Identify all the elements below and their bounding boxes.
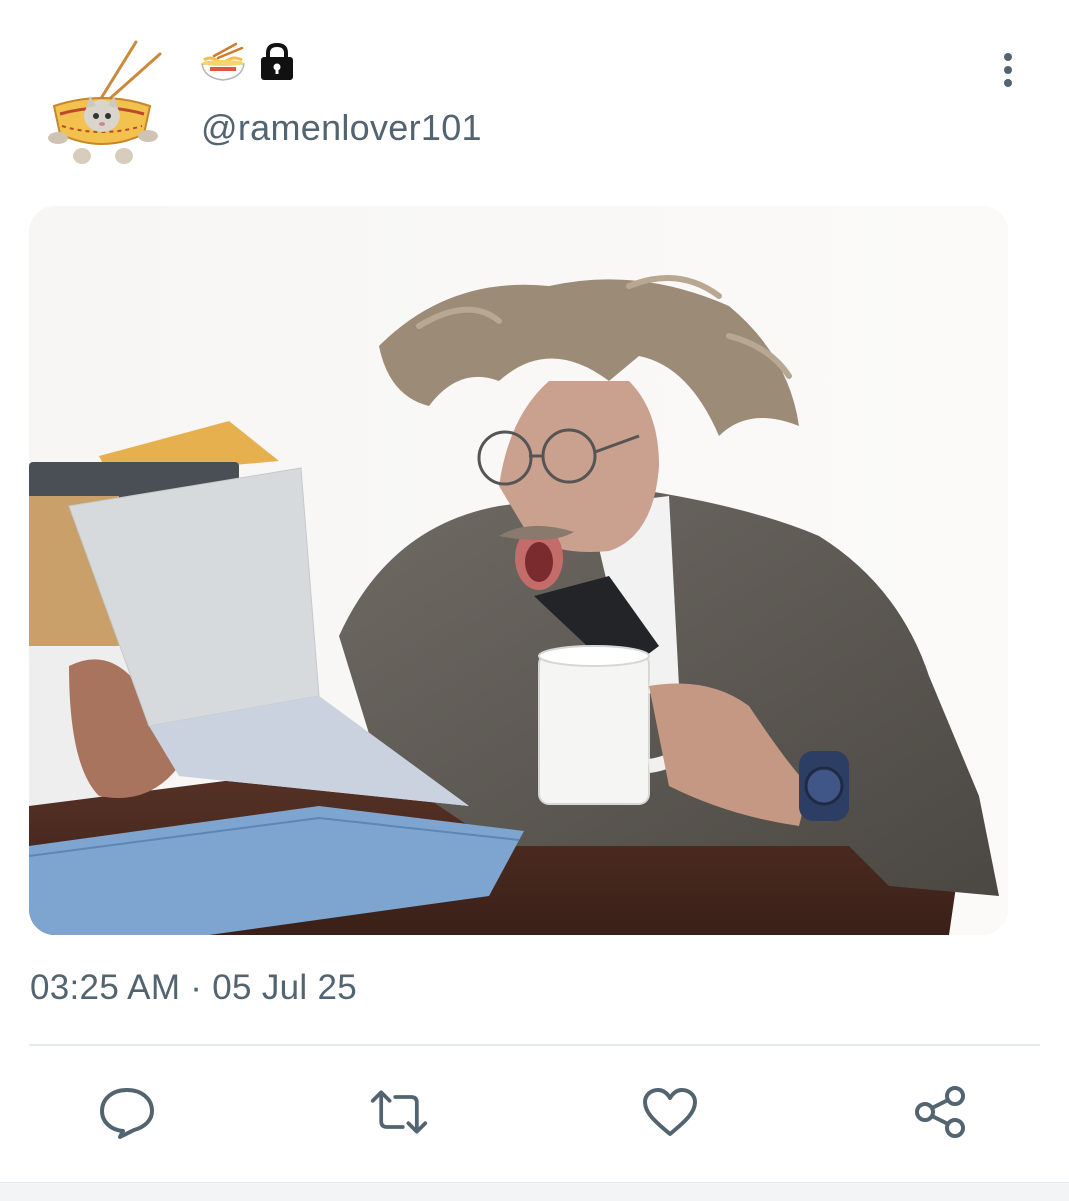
like-button[interactable] (640, 1082, 700, 1142)
share-icon (915, 1086, 965, 1138)
author-handle[interactable]: @ramenlover101 (201, 106, 482, 150)
reply-button[interactable] (97, 1082, 157, 1142)
ramen-bowl-icon (200, 42, 246, 82)
divider (29, 1044, 1040, 1046)
share-button[interactable] (910, 1082, 970, 1142)
lock-icon (258, 42, 296, 82)
post-timestamp[interactable]: 03:25 AM · 05 Jul 25 (30, 966, 357, 1010)
retweet-button[interactable] (369, 1082, 429, 1142)
shocked-man-photo (29, 206, 1008, 935)
avatar[interactable] (40, 38, 165, 168)
bottom-separator (0, 1182, 1069, 1201)
display-name (200, 40, 296, 84)
reply-icon (100, 1088, 154, 1139)
post-media-image[interactable] (29, 206, 1008, 935)
retweet-icon (370, 1090, 428, 1134)
avatar-cat-ramen-image (48, 40, 162, 164)
more-vertical-icon (1004, 53, 1012, 87)
like-icon (643, 1088, 697, 1136)
more-options-button[interactable] (986, 48, 1030, 92)
